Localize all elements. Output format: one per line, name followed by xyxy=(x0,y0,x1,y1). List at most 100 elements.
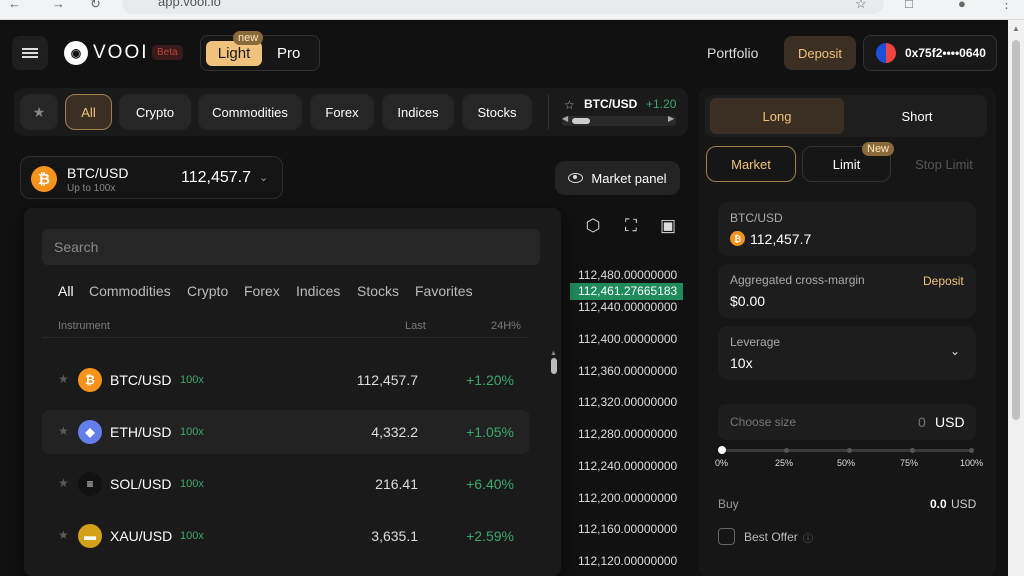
list-scroll-thumb[interactable] xyxy=(551,358,557,374)
margin-deposit-link[interactable]: Deposit xyxy=(923,274,964,288)
buy-unit: USD xyxy=(951,497,977,511)
solana-icon: ≡ xyxy=(78,472,102,496)
page-scrollbar[interactable]: ▲ xyxy=(1008,20,1024,576)
fullscreen-icon[interactable]: ⛶ xyxy=(620,216,642,238)
market-panel-label: Market panel xyxy=(591,170,667,186)
back-icon[interactable]: ← xyxy=(8,0,21,10)
scroll-left-icon[interactable]: ◀ xyxy=(562,114,568,123)
tab-search-icon[interactable]: □ xyxy=(905,0,913,10)
row-change: +1.05% xyxy=(466,424,514,440)
slider-mark-dot[interactable] xyxy=(847,448,852,453)
scroll-up-icon[interactable]: ▲ xyxy=(550,350,557,357)
selector-price: 112,457.7 xyxy=(181,169,251,186)
list-item[interactable]: ★ ≡ SOL/USD 100x 216.41 +6.40% xyxy=(42,462,530,506)
row-symbol: SOL/USD xyxy=(110,476,172,492)
instrument-selector[interactable]: ₿ BTC/USD Up to 100x 112,457.7 ⌄ xyxy=(20,156,283,199)
info-icon[interactable]: ⓘ xyxy=(803,530,813,545)
category-crypto[interactable]: Crypto xyxy=(187,283,228,299)
margin-card: Aggregated cross-margin Deposit $0.00 xyxy=(718,264,976,318)
list-item[interactable]: ★ ₿ BTC/USD 100x 112,457.7 +1.20% xyxy=(42,358,530,402)
deposit-button[interactable]: Deposit xyxy=(784,36,856,70)
pair-card: BTC/USD ₿ 112,457.7 xyxy=(718,202,976,256)
favorite-star-icon[interactable]: ★ xyxy=(58,528,69,542)
row-last-price: 4,332.2 xyxy=(371,424,418,440)
bitcoin-icon: ₿ xyxy=(78,368,102,392)
filter-chip-commodities[interactable]: Commodities xyxy=(198,94,302,130)
row-change: +1.20% xyxy=(466,372,514,388)
category-commodities[interactable]: Commodities xyxy=(89,283,171,299)
leverage-selector[interactable]: Leverage 10x ⌄ xyxy=(718,326,976,380)
category-stocks[interactable]: Stocks xyxy=(357,283,399,299)
size-slider-handle[interactable] xyxy=(718,446,726,454)
slider-mark-dot[interactable] xyxy=(784,448,789,453)
short-button[interactable]: Short xyxy=(850,98,984,134)
mode-pro-button[interactable]: Pro xyxy=(277,45,300,62)
favorite-star-icon[interactable]: ★ xyxy=(58,476,69,490)
ticker-scroll-thumb[interactable] xyxy=(572,118,590,124)
category-indices[interactable]: Indices xyxy=(296,283,340,299)
row-symbol: BTC/USD xyxy=(110,372,172,388)
chart-settings-icon[interactable]: ⬡ xyxy=(582,216,604,238)
list-scrollbar[interactable]: ▲ xyxy=(550,350,557,576)
slider-mark-label[interactable]: 25% xyxy=(775,458,793,468)
wallet-button[interactable]: 0x75f2••••0640 xyxy=(863,35,997,71)
bookmark-star-icon[interactable]: ☆ xyxy=(855,0,867,10)
filter-chip-indices[interactable]: Indices xyxy=(382,94,454,130)
slider-mark-dot[interactable] xyxy=(969,448,974,453)
list-item[interactable]: ★ ◆ ETH/USD 100x 4,332.2 +1.05% xyxy=(42,410,530,454)
forward-icon[interactable]: → xyxy=(52,0,65,10)
category-favorites[interactable]: Favorites xyxy=(415,283,473,299)
menu-dots-icon[interactable]: ⋮ xyxy=(1000,0,1013,10)
best-offer-checkbox[interactable] xyxy=(718,528,735,545)
browser-toolbar: ← → ↻ app.vooi.io ☆ □ ● ⋮ xyxy=(0,0,1024,20)
vooi-logo-icon: ◉ xyxy=(64,41,88,65)
favorite-star-icon[interactable]: ★ xyxy=(58,372,69,386)
portfolio-link[interactable]: Portfolio xyxy=(707,45,758,61)
scrollbar-thumb[interactable] xyxy=(1012,40,1020,420)
price-axis-label: 112,120.00000000 xyxy=(578,554,678,568)
favorite-star-icon[interactable]: ★ xyxy=(58,424,69,438)
ethereum-icon: ◆ xyxy=(78,420,102,444)
order-type-market[interactable]: Market xyxy=(706,146,796,182)
filter-chip-stocks[interactable]: Stocks xyxy=(462,94,532,130)
filter-chip-all[interactable]: All xyxy=(65,94,112,130)
slider-mark-label[interactable]: 0% xyxy=(715,458,728,468)
reload-icon[interactable]: ↻ xyxy=(90,0,101,10)
slider-mark-label[interactable]: 50% xyxy=(837,458,855,468)
profile-icon[interactable]: ● xyxy=(958,0,966,10)
order-type-stop-limit[interactable]: Stop Limit xyxy=(899,146,989,182)
filter-chip-forex[interactable]: Forex xyxy=(310,94,374,130)
category-forex[interactable]: Forex xyxy=(244,283,280,299)
size-input[interactable]: Choose size 0 USD xyxy=(718,404,976,440)
filter-chip-crypto[interactable]: Crypto xyxy=(119,94,191,130)
row-leverage: 100x xyxy=(180,478,204,490)
favorites-filter-button[interactable]: ★ xyxy=(20,94,58,130)
market-panel-button[interactable]: Market panel xyxy=(555,161,680,195)
row-last-price: 112,457.7 xyxy=(356,372,418,388)
slider-mark-label[interactable]: 100% xyxy=(960,458,983,468)
camera-icon[interactable]: ▣ xyxy=(657,216,679,238)
slider-mark-label[interactable]: 75% xyxy=(900,458,918,468)
price-axis-label: 112,480.00000000 xyxy=(578,268,678,282)
ticker-star-icon[interactable]: ☆ xyxy=(564,98,575,112)
column-header-last: Last xyxy=(405,320,426,332)
star-icon: ★ xyxy=(32,103,46,120)
category-all[interactable]: All xyxy=(58,283,74,299)
search-input[interactable] xyxy=(42,229,540,265)
ticker-scrollbar[interactable] xyxy=(562,116,676,126)
ticker-strip[interactable]: ☆ BTC/USD +1.20 ◀ ▶ xyxy=(560,92,686,134)
size-value: 0 xyxy=(918,414,926,430)
mode-toggle: Light Pro new xyxy=(200,31,320,71)
new-badge: New xyxy=(862,142,895,156)
margin-label: Aggregated cross-margin xyxy=(730,273,865,287)
scroll-up-icon[interactable]: ▲ xyxy=(1012,24,1020,33)
menu-button[interactable] xyxy=(12,36,48,70)
wallet-address: 0x75f2••••0640 xyxy=(905,46,986,60)
address-bar[interactable]: app.vooi.io xyxy=(122,0,884,14)
best-offer-label: Best Offer xyxy=(744,530,798,544)
slider-mark-dot[interactable] xyxy=(910,448,915,453)
scroll-right-icon[interactable]: ▶ xyxy=(668,114,674,123)
buy-value: 0.0 xyxy=(930,497,947,511)
list-item[interactable]: ★ ▬ XAU/USD 100x 3,635.1 +2.59% xyxy=(42,514,530,558)
long-button[interactable]: Long xyxy=(710,98,844,134)
